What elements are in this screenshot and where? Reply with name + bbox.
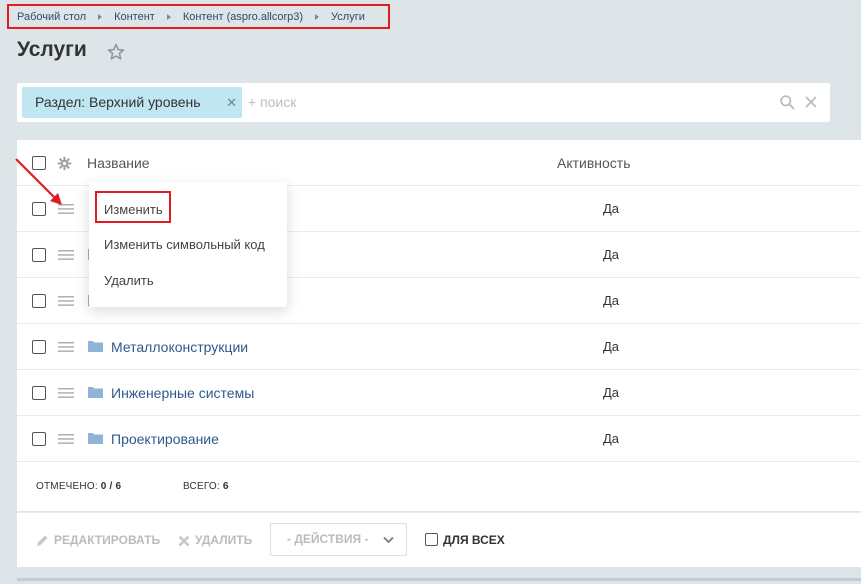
delete-button[interactable]: УДАЛИТЬ [178, 513, 252, 568]
row-checkbox[interactable] [32, 248, 46, 262]
search-input[interactable]: + поиск [248, 83, 296, 122]
selected-count: ОТМЕЧЕНО: 0 / 6 [36, 462, 121, 511]
breadcrumb-item-services[interactable]: Услуги [331, 11, 365, 23]
delete-x-icon [178, 535, 190, 547]
action-panel: РЕДАКТИРОВАТЬ УДАЛИТЬ - ДЕЙСТВИЯ - ДЛЯ В… [17, 512, 861, 567]
row-active: Да [603, 293, 620, 308]
breadcrumb-item-content[interactable]: Контент [114, 11, 155, 23]
filter-chip-label: Раздел: Верхний уровень [35, 94, 201, 110]
actions-select[interactable]: - ДЕЙСТВИЯ - [270, 523, 407, 556]
row-checkbox[interactable] [32, 432, 46, 446]
breadcrumb-separator-icon [166, 13, 171, 20]
bottom-divider [17, 578, 861, 581]
for-all-checkbox[interactable] [425, 533, 438, 547]
row-active: Да [603, 431, 620, 446]
for-all-toggle[interactable]: ДЛЯ ВСЕХ [425, 513, 505, 568]
breadcrumb-separator-icon [98, 13, 103, 20]
table-row[interactable]: Инженерные системы Да [17, 370, 861, 416]
edit-button-label: РЕДАКТИРОВАТЬ [54, 533, 161, 547]
grid-footer: ОТМЕЧЕНО: 0 / 6 ВСЕГО: 6 [17, 462, 861, 511]
search-icon[interactable] [779, 94, 796, 111]
row-context-menu: Изменить Изменить символьный код Удалить [89, 182, 287, 307]
row-menu-icon[interactable] [58, 249, 74, 261]
chip-close-icon[interactable]: ✕ [226, 87, 237, 118]
page-title: Услуги [17, 38, 87, 61]
row-menu-icon[interactable] [58, 341, 74, 353]
clear-icon[interactable] [804, 95, 818, 109]
menu-item-delete[interactable]: Удалить [104, 273, 154, 288]
row-active: Да [603, 247, 620, 262]
breadcrumb-item-content-aspro[interactable]: Контент (aspro.allcorp3) [183, 11, 303, 23]
star-icon[interactable] [106, 42, 126, 62]
breadcrumb-item-desktop[interactable]: Рабочий стол [17, 11, 86, 23]
row-name[interactable]: Проектирование [111, 416, 219, 462]
row-menu-icon[interactable] [58, 433, 74, 445]
pencil-icon [37, 535, 48, 546]
row-name[interactable]: Инженерные системы [111, 370, 254, 416]
total-count-value: 6 [222, 481, 229, 492]
row-checkbox[interactable] [32, 294, 46, 308]
menu-item-edit[interactable]: Изменить [104, 202, 163, 217]
folder-icon [88, 433, 103, 444]
selected-count-value: 0 / 6 [100, 481, 122, 492]
for-all-label: ДЛЯ ВСЕХ [443, 533, 505, 547]
folder-icon [88, 341, 103, 352]
breadcrumb-separator-icon [315, 13, 320, 20]
menu-item-edit-code[interactable]: Изменить символьный код [104, 237, 265, 252]
chevron-down-icon [383, 536, 394, 544]
total-count-label: ВСЕГО: [183, 481, 220, 492]
row-menu-icon[interactable] [58, 295, 74, 307]
grid-header: Название Активность [17, 140, 861, 186]
row-checkbox[interactable] [32, 386, 46, 400]
row-active: Да [603, 201, 620, 216]
row-active: Да [603, 385, 620, 400]
breadcrumb: Рабочий стол Контент Контент (aspro.allc… [7, 4, 390, 29]
table-row[interactable]: Металлоконструкции Да [17, 324, 861, 370]
total-count: ВСЕГО: 6 [183, 462, 229, 511]
column-header-active[interactable]: Активность [557, 140, 631, 186]
row-active: Да [603, 339, 620, 354]
row-menu-icon[interactable] [58, 387, 74, 399]
delete-button-label: УДАЛИТЬ [195, 533, 253, 547]
edit-button[interactable]: РЕДАКТИРОВАТЬ [35, 513, 160, 568]
table-row[interactable]: Проектирование Да [17, 416, 861, 462]
actions-select-label: - ДЕЙСТВИЯ - [287, 532, 369, 546]
folder-icon [88, 387, 103, 398]
column-header-name[interactable]: Название [87, 140, 150, 186]
row-checkbox[interactable] [32, 340, 46, 354]
annotation-arrow-icon [15, 158, 62, 205]
filter-chip-section[interactable]: Раздел: Верхний уровень ✕ [22, 87, 242, 118]
selected-count-label: ОТМЕЧЕНО: [36, 481, 98, 492]
row-name[interactable]: Металлоконструкции [111, 324, 248, 370]
filter-bar[interactable]: Раздел: Верхний уровень ✕ + поиск [17, 83, 830, 122]
